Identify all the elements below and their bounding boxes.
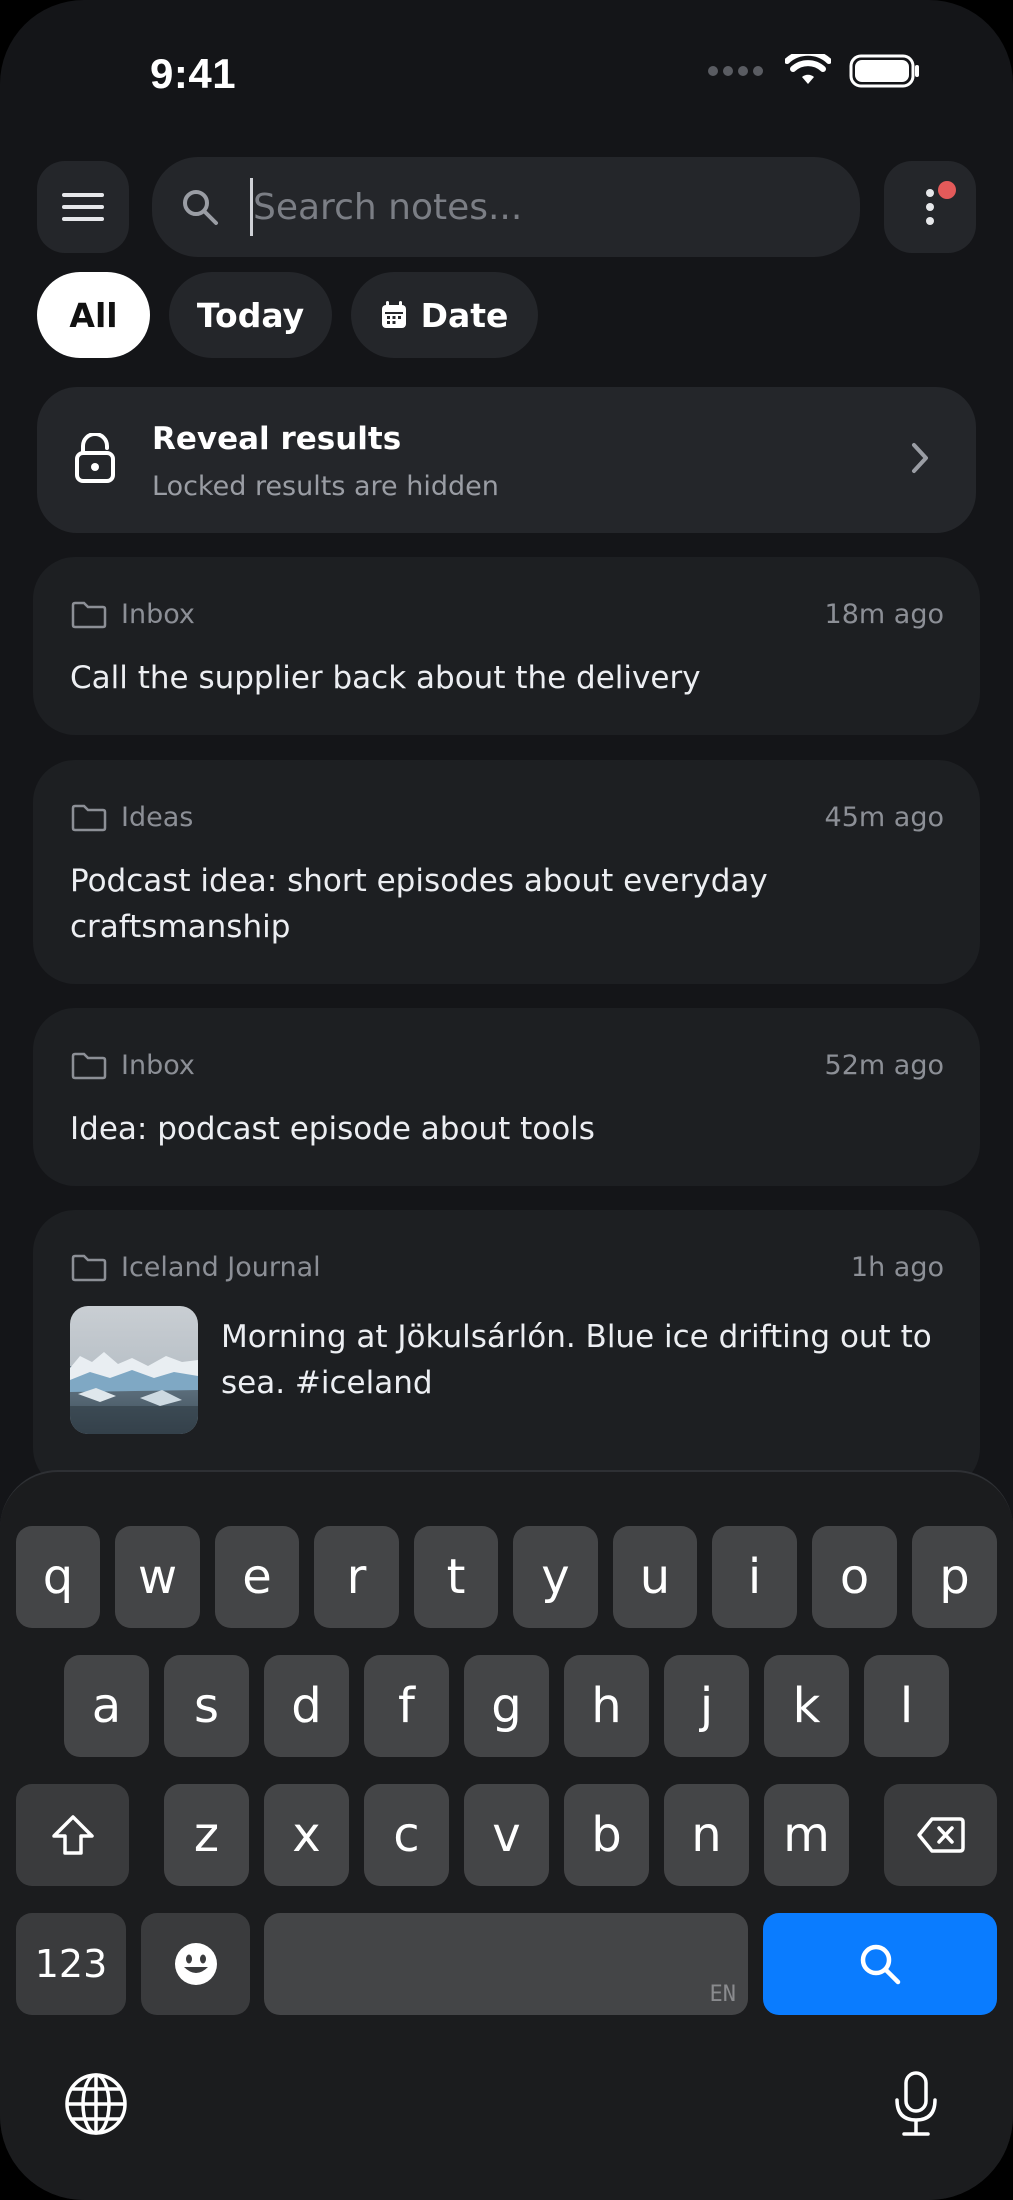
space-key[interactable]: EN xyxy=(264,1913,748,2015)
reveal-results-card[interactable]: Reveal results Locked results are hidden xyxy=(37,387,976,533)
key-z[interactable]: z xyxy=(164,1784,249,1886)
filter-chip-date-label: Date xyxy=(420,295,509,335)
key-o[interactable]: o xyxy=(812,1526,897,1628)
wifi-icon xyxy=(785,54,831,84)
folder-icon xyxy=(71,1254,107,1281)
key-q[interactable]: q xyxy=(16,1526,100,1628)
note-time: 1h ago xyxy=(850,1252,944,1283)
note-header: Inbox 18m ago xyxy=(71,599,944,630)
key-n[interactable]: n xyxy=(664,1784,749,1886)
numbers-key[interactable]: 123 xyxy=(16,1913,126,2015)
reveal-results-subtitle: Locked results are hidden xyxy=(152,471,499,502)
note-text: Call the supplier back about the deliver… xyxy=(70,660,701,696)
keyboard-language-label: EN xyxy=(709,1982,737,2007)
note-card[interactable]: Ideas 45m ago Podcast idea: short episod… xyxy=(33,760,980,984)
status-icons xyxy=(708,54,921,88)
phone-screen: 9:41 Search notes... All Today Date Reve… xyxy=(0,0,1013,2200)
key-u[interactable]: u xyxy=(613,1526,697,1628)
note-card[interactable]: Iceland Journal 1h ago Morning at Jökuls… xyxy=(33,1210,980,1490)
key-v[interactable]: v xyxy=(464,1784,549,1886)
filter-chip-today-label: Today xyxy=(196,295,305,335)
filter-chip-date[interactable]: Date xyxy=(351,272,538,358)
filter-chip-today[interactable]: Today xyxy=(169,272,332,358)
unlock-icon xyxy=(75,433,115,483)
key-f[interactable]: f xyxy=(364,1655,449,1757)
key-y[interactable]: y xyxy=(513,1526,598,1628)
filter-chip-all-label: All xyxy=(69,295,118,335)
note-header: Ideas 45m ago xyxy=(71,802,944,833)
emoji-icon xyxy=(174,1943,217,1985)
key-x[interactable]: x xyxy=(264,1784,349,1886)
search-key[interactable] xyxy=(763,1913,997,2015)
note-text: Morning at Jökulsárlón. Blue ice driftin… xyxy=(221,1319,932,1401)
key-w[interactable]: w xyxy=(115,1526,200,1628)
note-folder: Inbox xyxy=(121,1050,195,1081)
key-j[interactable]: j xyxy=(664,1655,749,1757)
search-icon xyxy=(180,187,220,227)
shift-key[interactable] xyxy=(16,1784,129,1886)
key-p[interactable]: p xyxy=(912,1526,997,1628)
search-icon xyxy=(860,1944,901,1985)
emoji-key[interactable] xyxy=(141,1913,250,2015)
cellular-signal-icon xyxy=(708,66,763,76)
note-thumbnail xyxy=(70,1306,198,1434)
shift-icon xyxy=(51,1815,94,1855)
status-time: 9:41 xyxy=(150,50,237,97)
key-r[interactable]: r xyxy=(314,1526,399,1628)
folder-icon xyxy=(71,1052,107,1079)
note-time: 18m ago xyxy=(824,599,944,630)
note-card[interactable]: Inbox 18m ago Call the supplier back abo… xyxy=(33,557,980,735)
filter-chip-all[interactable]: All xyxy=(37,272,150,358)
chevron-right-icon xyxy=(912,443,928,473)
note-time: 52m ago xyxy=(824,1050,944,1081)
more-options-button[interactable] xyxy=(884,161,976,253)
note-time: 45m ago xyxy=(824,802,944,833)
key-i[interactable]: i xyxy=(712,1526,797,1628)
note-text: Podcast idea: short episodes about every… xyxy=(70,863,768,945)
key-h[interactable]: h xyxy=(564,1655,649,1757)
key-k[interactable]: k xyxy=(764,1655,849,1757)
reveal-results-title: Reveal results xyxy=(152,421,402,457)
folder-icon xyxy=(71,804,107,831)
note-text: Idea: podcast episode about tools xyxy=(70,1111,595,1147)
backspace-key[interactable] xyxy=(884,1784,997,1886)
key-e[interactable]: e xyxy=(215,1526,299,1628)
globe-icon[interactable] xyxy=(64,2072,128,2136)
search-bar[interactable] xyxy=(152,157,860,257)
note-card[interactable]: Inbox 52m ago Idea: podcast episode abou… xyxy=(33,1008,980,1186)
calendar-icon xyxy=(381,301,406,328)
hamburger-icon xyxy=(62,193,104,221)
backspace-icon xyxy=(916,1817,965,1853)
key-t[interactable]: t xyxy=(414,1526,498,1628)
key-a[interactable]: a xyxy=(64,1655,149,1757)
notification-dot xyxy=(938,181,956,199)
note-header: Inbox 52m ago xyxy=(71,1050,944,1081)
note-header: Iceland Journal 1h ago xyxy=(71,1252,944,1283)
folder-icon xyxy=(71,601,107,628)
more-vertical-icon xyxy=(926,189,934,225)
search-input[interactable] xyxy=(253,186,813,228)
menu-button[interactable] xyxy=(37,161,129,253)
key-c[interactable]: c xyxy=(364,1784,449,1886)
note-folder: Iceland Journal xyxy=(121,1252,321,1283)
key-g[interactable]: g xyxy=(464,1655,549,1757)
key-d[interactable]: d xyxy=(264,1655,349,1757)
note-folder: Inbox xyxy=(121,599,195,630)
key-m[interactable]: m xyxy=(764,1784,849,1886)
key-b[interactable]: b xyxy=(564,1784,649,1886)
battery-icon xyxy=(849,54,919,88)
microphone-icon[interactable] xyxy=(892,2070,940,2138)
key-s[interactable]: s xyxy=(164,1655,249,1757)
key-l[interactable]: l xyxy=(864,1655,949,1757)
note-folder: Ideas xyxy=(121,802,194,833)
